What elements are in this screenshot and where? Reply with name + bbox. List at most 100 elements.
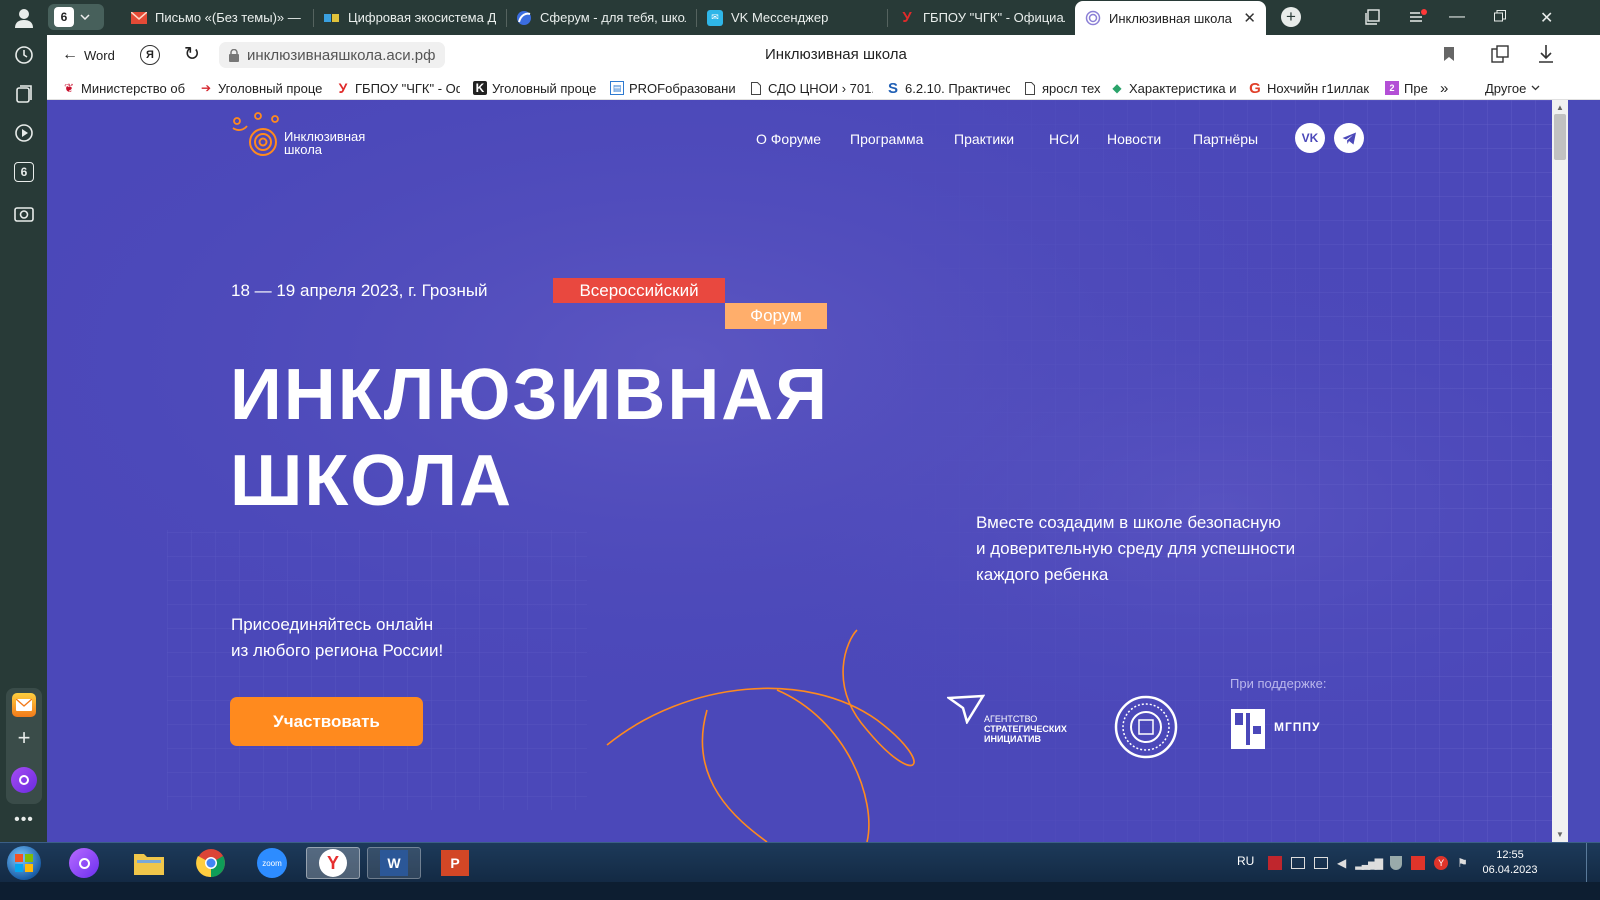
- bookmark-item[interactable]: ▤ PROFобразование: [610, 78, 736, 98]
- bookmark-item[interactable]: K Уголовный проце: [473, 78, 597, 98]
- close-window-icon[interactable]: ✕: [1540, 8, 1553, 28]
- menu-icon[interactable]: [1409, 9, 1427, 28]
- sidebar-toggle-icon[interactable]: [1365, 9, 1381, 28]
- tab-title: Письмо «(Без темы)» — N: [155, 10, 303, 25]
- bookmark-icon[interactable]: [1443, 46, 1455, 67]
- tagline-line3: каждого ребенка: [976, 565, 1109, 584]
- signal-icon[interactable]: ▂▃▅▇: [1355, 857, 1383, 870]
- download-icon[interactable]: [1538, 44, 1554, 69]
- bookmark-item[interactable]: СДО ЦНОИ › 701.: [749, 78, 873, 98]
- partner-mgppu-logo[interactable]: МГППУ: [1230, 708, 1330, 750]
- bookmark-item[interactable]: ➔ Уголовный проце: [199, 78, 323, 98]
- participate-button[interactable]: Участвовать: [230, 697, 423, 746]
- system-tray: ◀ ▂▃▅▇ Y ⚑: [1268, 856, 1468, 870]
- language-indicator[interactable]: RU: [1237, 854, 1254, 868]
- bookmark-label: Уголовный проце: [492, 80, 597, 96]
- back-button[interactable]: ← Word: [62, 46, 115, 64]
- screen-bottom-strip: [0, 882, 1600, 900]
- security-tray-icon[interactable]: [1411, 856, 1426, 870]
- tab-sferum[interactable]: Сферум - для тебя, школ: [506, 2, 696, 33]
- bookmark-item[interactable]: У ГБПОУ "ЧГК" - Оф: [336, 78, 460, 98]
- clock[interactable]: 12:55 06.04.2023: [1470, 848, 1550, 878]
- nav-partners[interactable]: Партнёры: [1193, 131, 1258, 147]
- bookmark-label: PROFобразование: [629, 80, 736, 96]
- reload-icon[interactable]: ↻: [184, 43, 200, 66]
- telegram-icon[interactable]: [1334, 123, 1364, 153]
- bookmark-item[interactable]: 2 Пре: [1385, 78, 1433, 98]
- bookmark-item[interactable]: S 6.2.10. Практичес: [886, 78, 1010, 98]
- antivirus-tray-icon[interactable]: [1268, 856, 1282, 870]
- mail-app-icon[interactable]: [10, 691, 38, 719]
- chrome-icon[interactable]: [184, 847, 238, 879]
- bookmarks-overflow-icon[interactable]: »: [1440, 78, 1456, 98]
- screenshot-icon[interactable]: [10, 199, 38, 227]
- hero-headline-line1: ИНКЛЮЗИВНАЯ: [230, 355, 830, 435]
- tab-title: Сферум - для тебя, школ: [540, 10, 686, 25]
- site-logo[interactable]: Инклюзивная школа: [231, 112, 391, 160]
- scroll-down-arrow-icon[interactable]: ▼: [1556, 830, 1564, 839]
- show-desktop-button[interactable]: [1586, 843, 1600, 883]
- yandex-tray-icon[interactable]: Y: [1434, 856, 1449, 870]
- powerpoint-icon[interactable]: P: [428, 847, 482, 879]
- close-tab-icon[interactable]: ✕: [1243, 9, 1256, 27]
- restore-icon[interactable]: [1494, 10, 1506, 25]
- other-bookmarks-button[interactable]: Другое: [1485, 78, 1555, 98]
- vk-social-icon[interactable]: VK: [1295, 123, 1325, 153]
- display-tray-icon[interactable]: [1291, 857, 1305, 869]
- bookmark-label: Пре: [1404, 80, 1428, 96]
- zoom-icon[interactable]: zoom: [245, 847, 299, 879]
- nav-nsi[interactable]: НСИ: [1049, 131, 1079, 147]
- minimize-icon[interactable]: —: [1449, 8, 1465, 26]
- yandex-icon[interactable]: Я: [140, 45, 160, 65]
- network-adapter-tray-icon[interactable]: [1314, 857, 1328, 869]
- tab-gbpou[interactable]: У ГБПОУ "ЧГК" - Официаль: [889, 2, 1075, 33]
- os-taskbar: zoom Y W P RU ◀ ▂▃▅▇ Y ⚑ 12:55 06.04.202…: [0, 842, 1600, 883]
- new-tab-icon[interactable]: +: [1281, 7, 1301, 27]
- tab-vk-messenger[interactable]: ✉ VK Мессенджер: [697, 2, 887, 33]
- shield-icon[interactable]: [1390, 856, 1403, 870]
- nav-program[interactable]: Программа: [850, 131, 923, 147]
- url-field[interactable]: инклюзивнаяшкола.аси.рф: [219, 42, 446, 68]
- add-app-icon[interactable]: +: [10, 724, 38, 752]
- alice-assistant-icon[interactable]: [10, 766, 38, 794]
- page-scrollbar[interactable]: ▲ ▼: [1552, 100, 1568, 842]
- bookmark-label: СДО ЦНОИ › 701.: [768, 80, 873, 96]
- page-title-label: Инклюзивная школа: [765, 46, 907, 63]
- extensions-icon[interactable]: [1491, 45, 1509, 68]
- scrollbar-thumb[interactable]: [1554, 114, 1566, 160]
- scroll-up-arrow-icon[interactable]: ▲: [1556, 103, 1564, 112]
- profile-icon[interactable]: [10, 4, 38, 32]
- tab-inclusive-school[interactable]: Инклюзивная школа ✕: [1075, 1, 1266, 35]
- video-icon[interactable]: [10, 119, 38, 147]
- tabs-counter-icon[interactable]: 6: [10, 158, 38, 186]
- yandex-browser-taskbar-icon[interactable]: Y: [306, 847, 360, 879]
- nav-news[interactable]: Новости: [1107, 131, 1161, 147]
- chechnya-emblem-logo[interactable]: [1114, 695, 1178, 759]
- bookmark-item[interactable]: ◆ Характеристика и: [1110, 78, 1236, 98]
- history-icon[interactable]: [10, 41, 38, 69]
- volume-icon[interactable]: ◀: [1337, 856, 1346, 870]
- emblem-icon: [1114, 695, 1178, 759]
- flag-icon[interactable]: ⚑: [1457, 856, 1468, 870]
- alice-taskbar-icon[interactable]: [57, 847, 111, 879]
- google-icon: G: [1249, 79, 1261, 97]
- file-explorer-icon[interactable]: [122, 847, 176, 879]
- tab-title: ГБПОУ "ЧГК" - Официаль: [923, 10, 1065, 25]
- tab-digital-ecosystem[interactable]: Цифровая экосистема ДГ: [314, 2, 506, 33]
- word-icon[interactable]: W: [367, 847, 421, 879]
- more-icon[interactable]: •••: [10, 806, 38, 834]
- bookmark-item[interactable]: яросл тех: [1023, 78, 1101, 98]
- tagline-line1: Вместе создадим в школе безопасную: [976, 513, 1281, 532]
- collections-icon[interactable]: [10, 80, 38, 108]
- gbpou-icon: У: [338, 80, 348, 96]
- tab-mail[interactable]: Письмо «(Без темы)» — N: [121, 2, 313, 33]
- hero-headline: ИНКЛЮЗИВНАЯ ШКОЛА: [230, 352, 829, 524]
- nav-about-forum[interactable]: О Форуме: [756, 131, 821, 147]
- nav-practices[interactable]: Практики: [954, 131, 1014, 147]
- partner-asi-logo[interactable]: АГЕНТСТВО СТРАТЕГИЧЕСКИХ ИНИЦИАТИВ: [947, 694, 1087, 746]
- bookmark-item[interactable]: G Нохчийн г1иллак: [1248, 78, 1373, 98]
- tab-group-button[interactable]: 6: [48, 4, 104, 30]
- event-date-location: 18 — 19 апреля 2023, г. Грозный: [231, 281, 488, 300]
- bookmark-item[interactable]: ❦ Министерство об: [62, 78, 187, 98]
- start-button[interactable]: [0, 846, 48, 880]
